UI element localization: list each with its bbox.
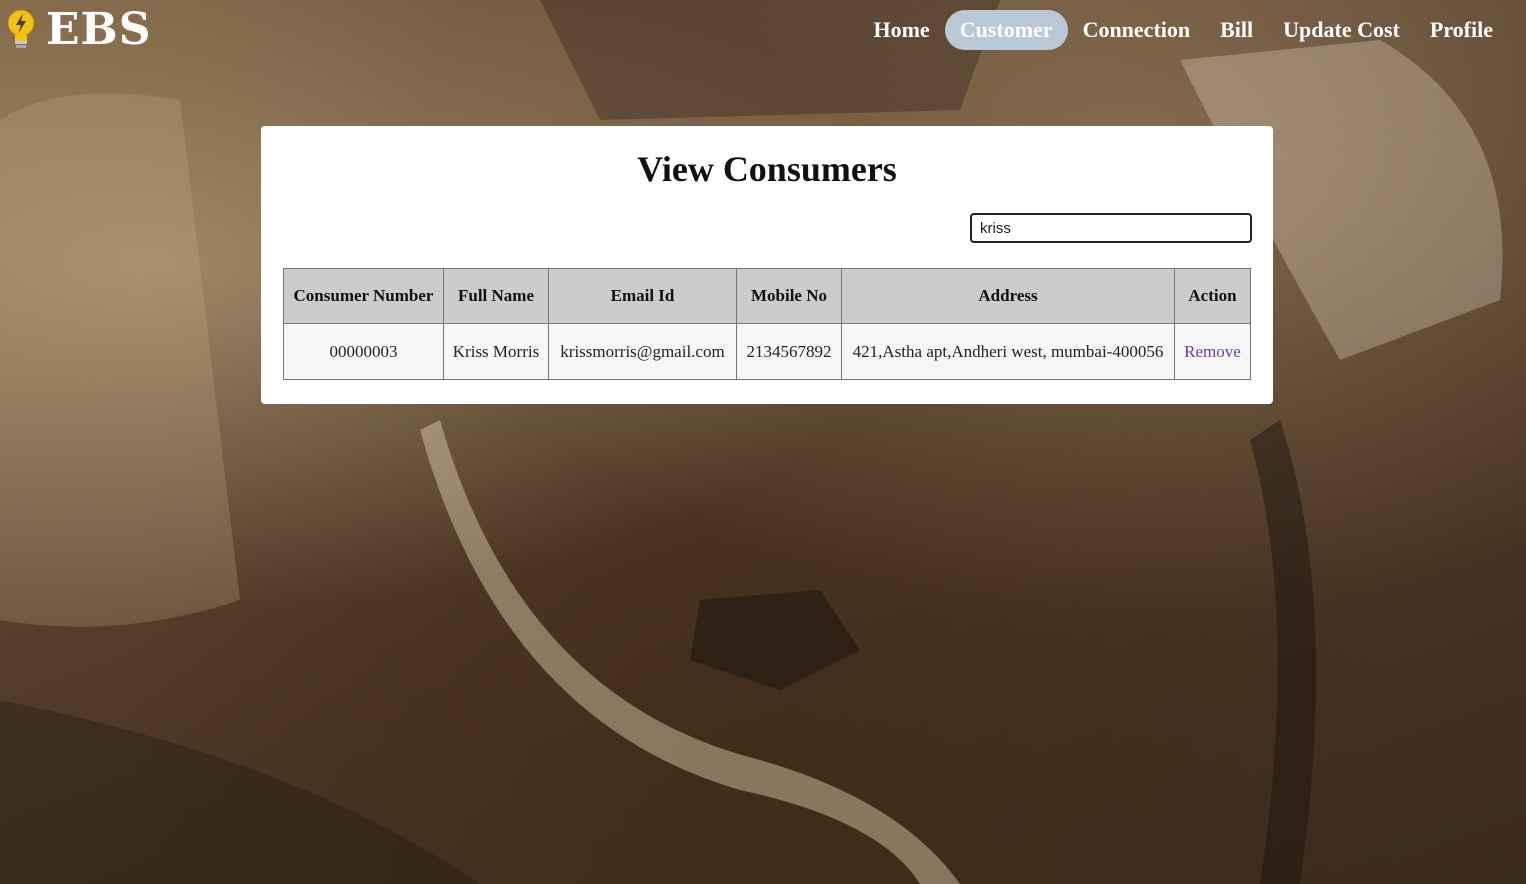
table-header-row: Consumer Number Full Name Email Id Mobil… bbox=[283, 268, 1251, 324]
header-address: Address bbox=[841, 268, 1175, 324]
nav-customer[interactable]: Customer bbox=[944, 10, 1068, 50]
header-consumer-number: Consumer Number bbox=[283, 268, 444, 324]
nav-bill[interactable]: Bill bbox=[1205, 10, 1268, 50]
nav-home[interactable]: Home bbox=[858, 10, 944, 50]
brand-logo[interactable]: EBS bbox=[4, 4, 152, 56]
nav-profile[interactable]: Profile bbox=[1415, 10, 1508, 50]
header-full-name: Full Name bbox=[443, 268, 549, 324]
consumers-table: Consumer Number Full Name Email Id Mobil… bbox=[283, 268, 1251, 380]
page-title: View Consumers bbox=[637, 149, 897, 189]
cell-action: Remove bbox=[1174, 323, 1251, 380]
cell-consumer-number: 00000003 bbox=[283, 323, 444, 380]
cell-email: krissmorris@gmail.com bbox=[548, 323, 737, 380]
header-email: Email Id bbox=[548, 268, 737, 324]
table-row: 00000003 Kriss Morris krissmorris@gmail.… bbox=[283, 323, 1251, 380]
consumers-panel: View Consumers Consumer Number Full Name… bbox=[261, 126, 1273, 404]
search-input[interactable] bbox=[970, 213, 1252, 243]
top-navbar: EBS Home Customer Connection Bill Update… bbox=[0, 0, 1526, 60]
cell-mobile: 2134567892 bbox=[736, 323, 842, 380]
cell-full-name: Kriss Morris bbox=[443, 323, 549, 380]
main-nav: Home Customer Connection Bill Update Cos… bbox=[858, 10, 1508, 50]
cell-address: 421,Astha apt,Andheri west, mumbai-40005… bbox=[841, 323, 1175, 380]
app-name: EBS bbox=[46, 4, 152, 55]
remove-link[interactable]: Remove bbox=[1184, 342, 1241, 361]
lightbulb-icon bbox=[7, 9, 35, 48]
nav-connection[interactable]: Connection bbox=[1068, 10, 1206, 50]
header-mobile: Mobile No bbox=[736, 268, 842, 324]
header-action: Action bbox=[1174, 268, 1251, 324]
nav-update-cost[interactable]: Update Cost bbox=[1268, 10, 1415, 50]
